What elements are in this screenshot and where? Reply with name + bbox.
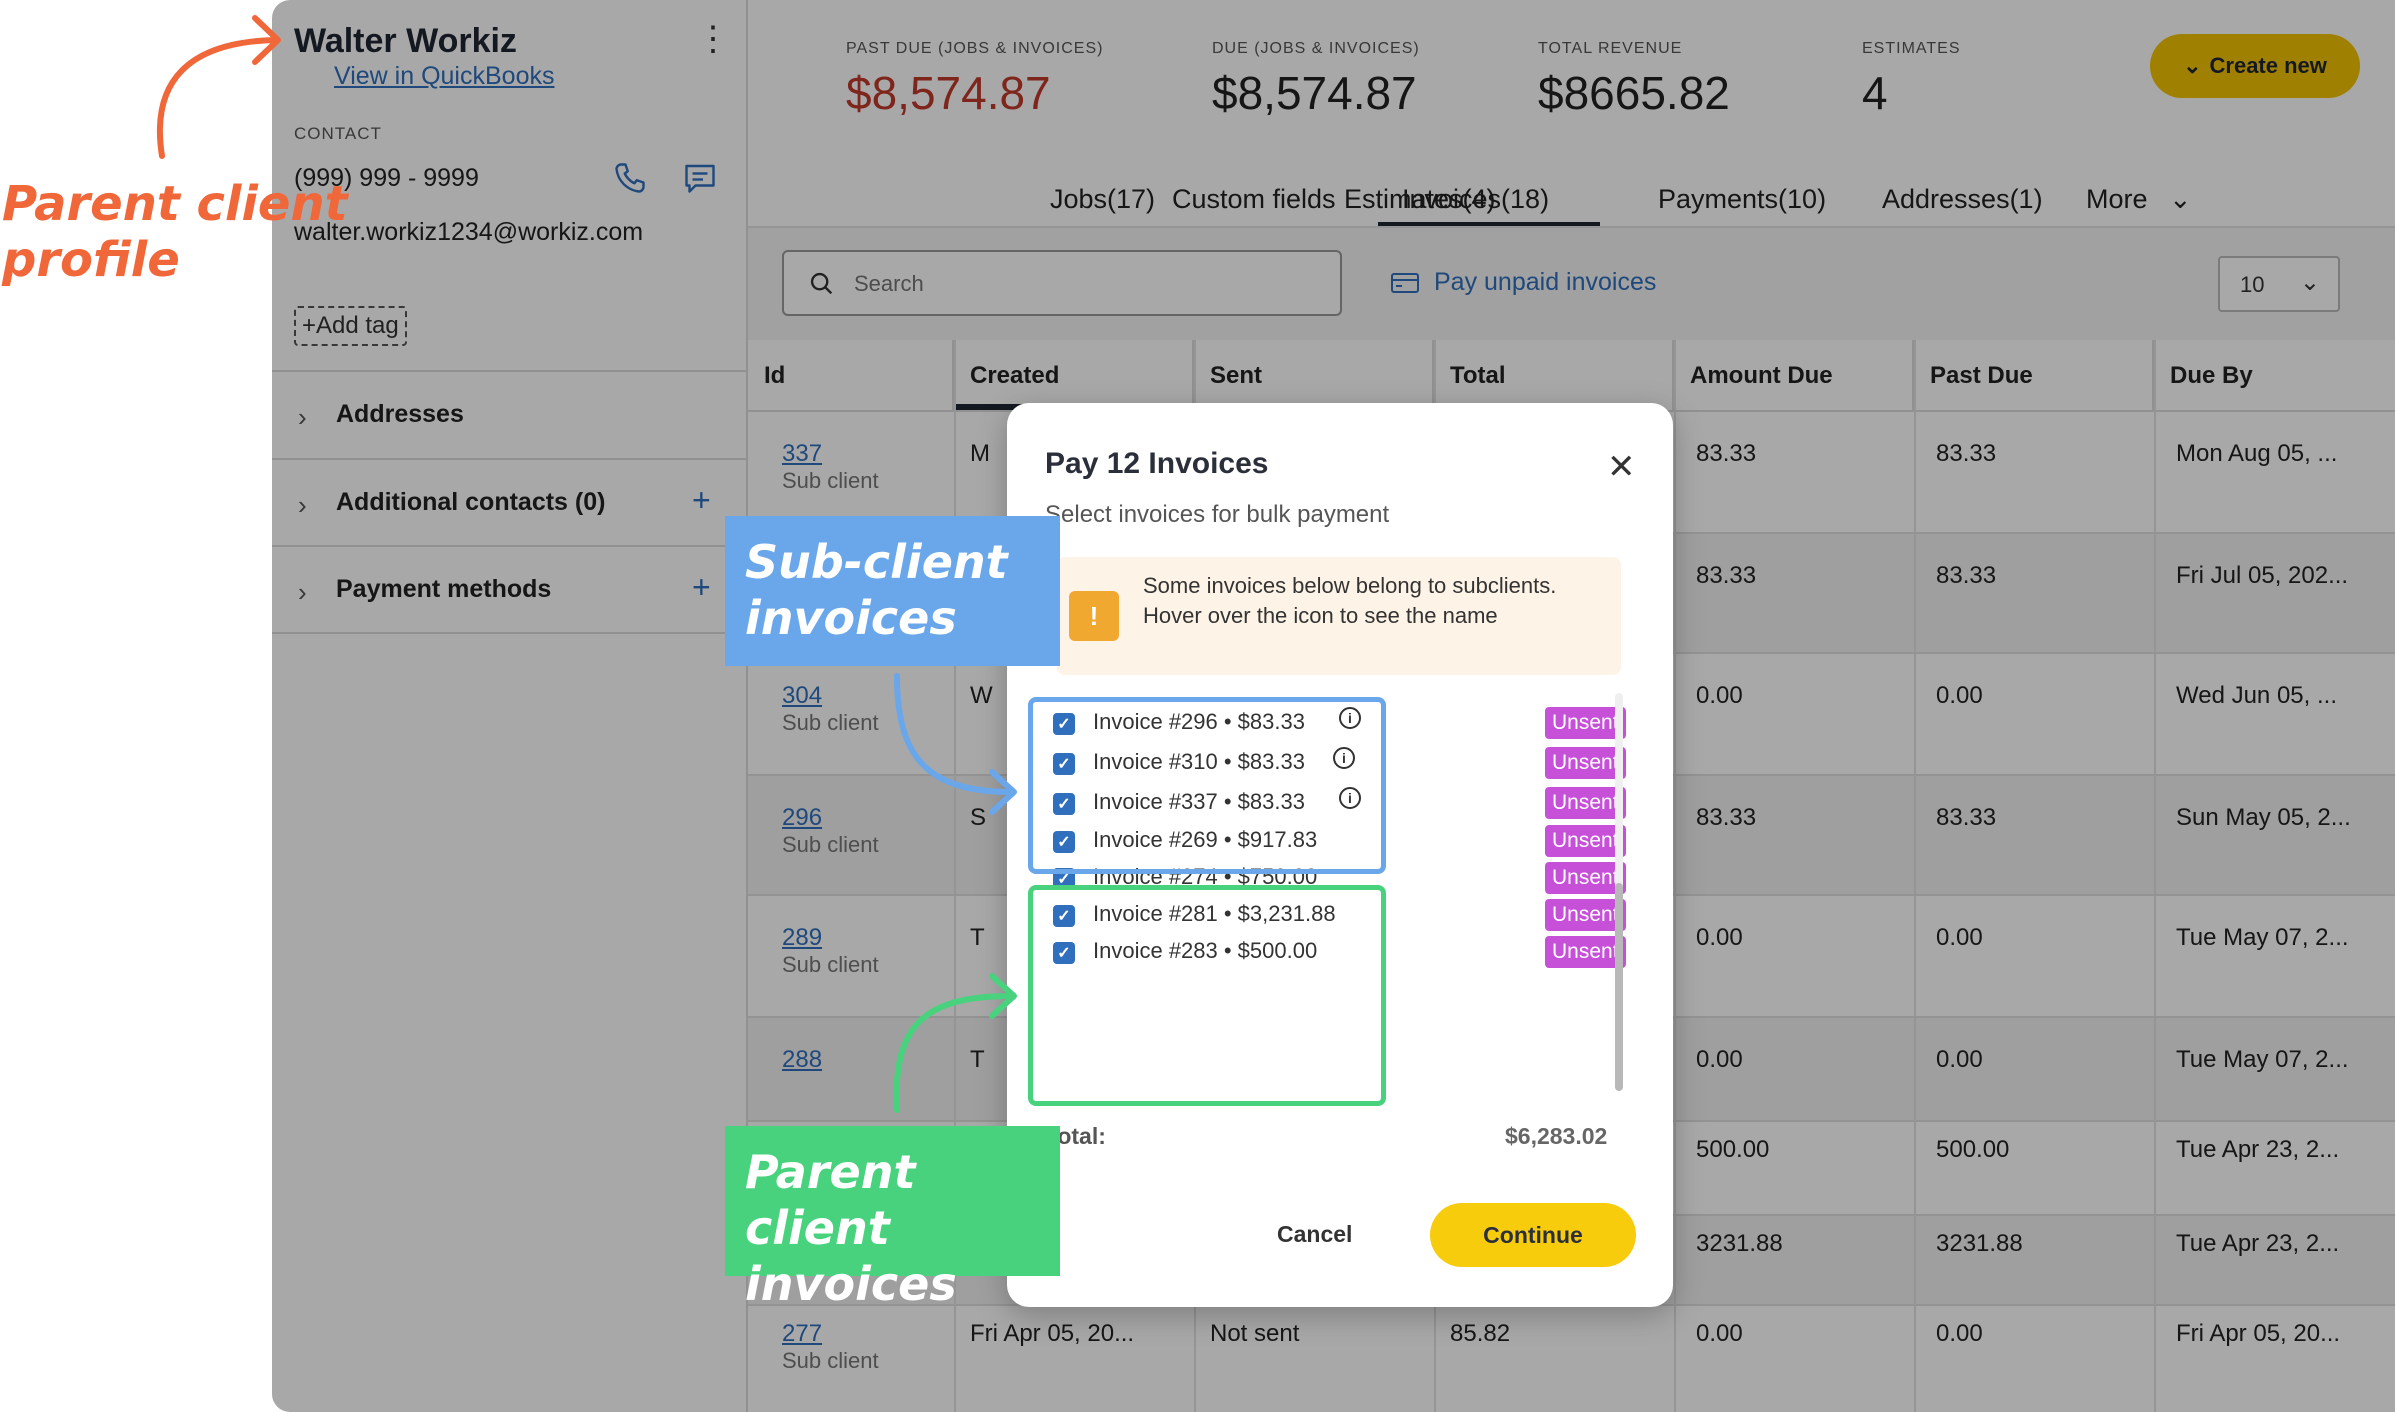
stage: Walter Workiz ⋮ View in QuickBooks CONTA…	[0, 0, 2395, 1412]
status-badge: Unsent	[1545, 862, 1626, 894]
modal-subtitle: Select invoices for bulk payment	[1045, 501, 1390, 528]
parent-profile-annotation: Parent client profile	[2, 176, 348, 288]
scrollbar-thumb[interactable]	[1615, 883, 1623, 1091]
sub-client-highlight-box	[1028, 697, 1386, 874]
warning-text: Some invoices below belong to subclients…	[1143, 573, 1557, 628]
continue-button[interactable]: Continue	[1430, 1203, 1636, 1267]
sub-client-callout: Sub-client invoices	[725, 516, 1060, 666]
modal-title: Pay 12 Invoices	[1045, 447, 1269, 480]
annotation-line: Parent client	[2, 176, 348, 232]
parent-client-highlight-box	[1028, 885, 1386, 1106]
orange-arrow-icon	[156, 15, 281, 159]
total-value: $6,283.02	[1505, 1123, 1608, 1149]
warning-icon: !	[1069, 591, 1119, 641]
callout-line: Sub-client	[745, 535, 1008, 589]
status-badge: Unsent	[1545, 787, 1626, 819]
status-badge: Unsent	[1545, 707, 1626, 739]
status-badge: Unsent	[1545, 899, 1626, 931]
parent-invoices-callout: Parent client invoices	[725, 1126, 1060, 1311]
annotation-line: profile	[2, 232, 180, 288]
cancel-button[interactable]: Cancel	[1277, 1221, 1352, 1248]
status-badge: Unsent	[1545, 936, 1626, 968]
subclient-warning: ! Some invoices below belong to subclien…	[1057, 557, 1621, 675]
callout-line: invoices	[745, 1257, 957, 1311]
callout-line: Parent client	[745, 1145, 916, 1255]
status-badge: Unsent	[1545, 747, 1626, 779]
close-icon[interactable]: ✕	[1607, 447, 1636, 487]
callout-line: invoices	[745, 591, 957, 645]
status-badge: Unsent	[1545, 825, 1626, 857]
